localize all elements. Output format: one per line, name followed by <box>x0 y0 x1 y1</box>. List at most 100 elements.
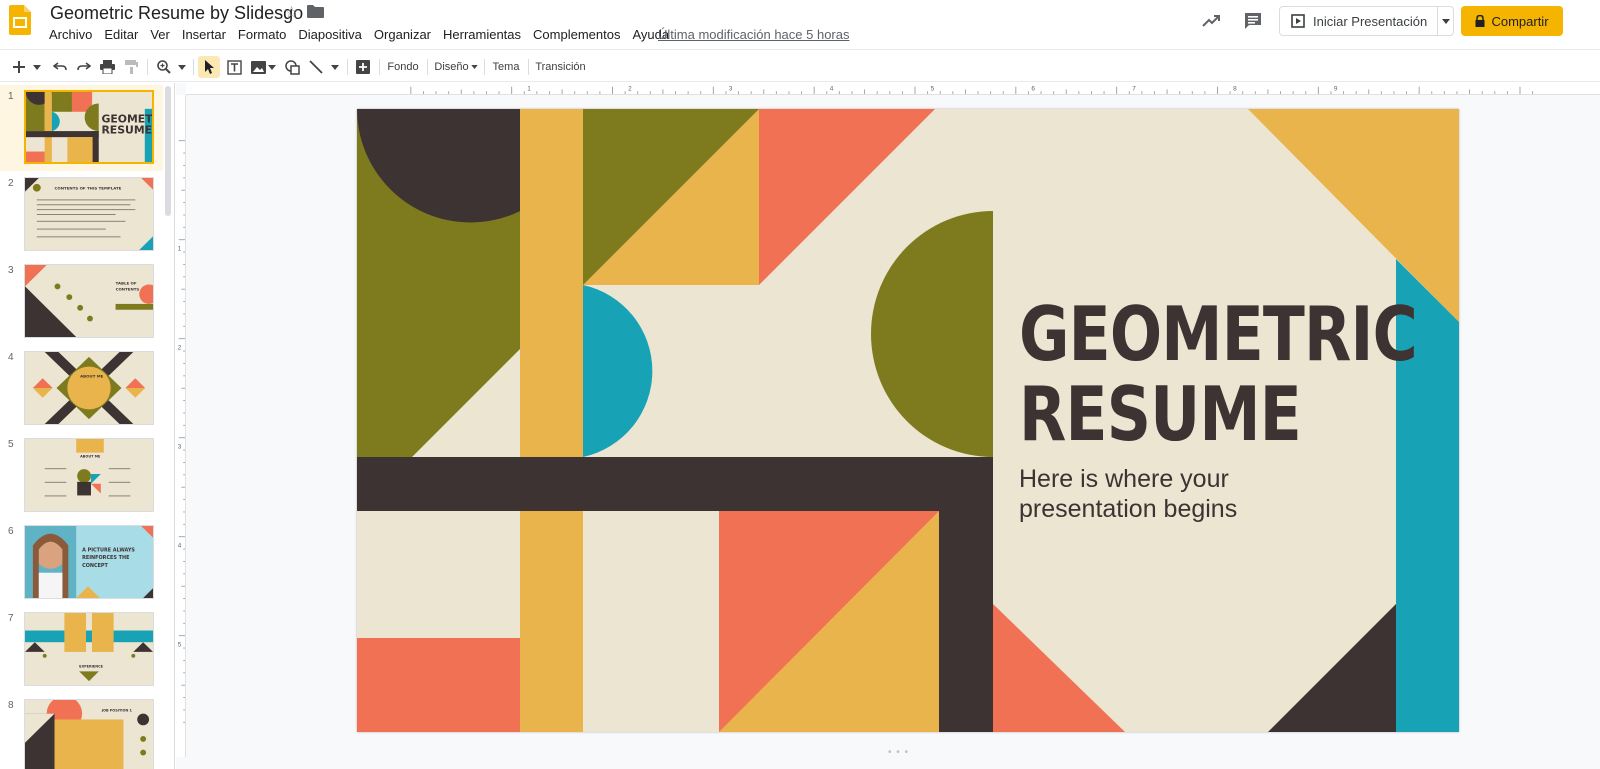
last-edit-link[interactable]: Última modificación hace 5 horas <box>658 26 849 44</box>
thumb-title: REINFORCES THE <box>82 555 129 561</box>
toolbar-divider <box>347 59 348 75</box>
thumb-title: RESUME <box>101 124 152 137</box>
slide-thumbnail-2[interactable]: 2 CONTENTS OF THIS TEMPLATE <box>0 172 163 258</box>
thumb-title: CONTENTS OF THIS TEMPLATE <box>55 186 122 191</box>
slide-thumbnail-image: EXPERIENCE <box>24 612 154 686</box>
slide-thumbnail-7[interactable]: 7 EXPERIENCE <box>0 607 163 693</box>
header: Geometric Resume by Slidesgo ☆ Archivo E… <box>0 0 1600 48</box>
ruler-label: 2 <box>178 345 182 352</box>
ruler-label: 8 <box>1233 85 1237 92</box>
ruler-label: 3 <box>178 444 182 451</box>
thumb-title: ABOUT ME <box>80 373 104 378</box>
layout-button[interactable]: Diseño <box>432 56 480 78</box>
activity-trend-icon[interactable] <box>1200 10 1222 32</box>
vertical-ruler[interactable]: 1 2 3 4 5 <box>176 95 186 757</box>
menu-archivo[interactable]: Archivo <box>43 26 98 44</box>
slide-thumbnail-image: A PICTURE ALWAYS REINFORCES THE CONCEPT <box>24 525 154 599</box>
zoom-dropdown-icon[interactable] <box>176 56 188 78</box>
horizontal-ruler[interactable]: 1 2 3 4 5 6 7 8 9 <box>186 83 1600 95</box>
thumb-title: ABOUT ME <box>80 455 101 459</box>
slide-thumbnail-image: ABOUT ME <box>24 438 154 512</box>
shape-icon[interactable] <box>282 56 302 78</box>
ruler-label: 1 <box>527 85 531 92</box>
add-comment-icon[interactable] <box>353 56 373 78</box>
theme-button[interactable]: Tema <box>489 56 523 78</box>
menu-formato[interactable]: Formato <box>232 26 292 44</box>
menu-diapositiva[interactable]: Diapositiva <box>292 26 368 44</box>
present-button[interactable]: Iniciar Presentación <box>1280 7 1437 35</box>
menu-editar[interactable]: Editar <box>98 26 144 44</box>
menu-herramientas[interactable]: Herramientas <box>437 26 527 44</box>
menu-organizar[interactable]: Organizar <box>368 26 437 44</box>
select-cursor-icon[interactable] <box>198 56 220 78</box>
menu-insertar[interactable]: Insertar <box>176 26 232 44</box>
undo-icon[interactable] <box>50 56 70 78</box>
thumb-title: EXPERIENCE <box>79 665 103 669</box>
slide-thumbnail-8[interactable]: 8 JOB POSITION 1 <box>0 694 163 769</box>
slide-thumbnail-1[interactable]: 1 GEOMETRIC RESUME <box>0 85 163 171</box>
slide-thumbnail-3[interactable]: 3 TABLE OF CONTENTS <box>0 259 163 345</box>
print-icon[interactable] <box>97 56 117 78</box>
slides-logo-icon[interactable] <box>9 5 31 35</box>
slide-thumbnail-image: CONTENTS OF THIS TEMPLATE <box>24 177 154 251</box>
slide-number: 6 <box>8 526 14 537</box>
current-slide[interactable]: GEOMETRIC RESUME Here is where your pres… <box>357 109 1459 732</box>
image-icon[interactable] <box>248 56 268 78</box>
thumb-title: CONTENTS <box>116 286 140 291</box>
menu-ver[interactable]: Ver <box>144 26 176 44</box>
line-icon[interactable] <box>306 56 326 78</box>
thumb-title: GEOMETRIC <box>101 112 152 125</box>
toolbar: Fondo Diseño Tema Transición <box>0 49 1600 82</box>
ruler-label: 5 <box>931 85 935 92</box>
slide-number: 1 <box>8 91 14 102</box>
slide-thumbnail-5[interactable]: 5 ABOUT ME <box>0 433 163 519</box>
ruler-label: 1 <box>178 246 182 253</box>
menu-complementos[interactable]: Complementos <box>527 26 626 44</box>
slide-title-line-1: GEOMETRIC <box>1019 290 1418 378</box>
slide-thumbnail-image: GEOMETRIC RESUME <box>24 90 154 164</box>
toolbar-divider <box>528 59 529 75</box>
folder-icon[interactable] <box>307 5 324 18</box>
slide-subtitle[interactable]: Here is where your presentation begins <box>1019 464 1359 524</box>
paint-format-icon[interactable] <box>121 56 141 78</box>
slide-thumbnail-4[interactable]: 4 ABOUT ME <box>0 346 163 432</box>
slide-title-line-2: RESUME <box>1019 370 1302 458</box>
new-slide-icon[interactable] <box>10 56 28 78</box>
ruler-label: 4 <box>178 543 182 550</box>
thumb-title: CONCEPT <box>82 563 108 569</box>
line-dropdown-icon[interactable] <box>329 56 341 78</box>
share-button[interactable]: Compartir <box>1461 6 1563 36</box>
filmstrip-scrollbar[interactable] <box>165 86 171 216</box>
slide-number: 8 <box>8 700 14 711</box>
slide-thumbnail-6[interactable]: 6 A PICTURE ALWAYS REINFORCES THE CONCEP… <box>0 520 163 606</box>
comments-icon[interactable] <box>1242 10 1264 32</box>
toolbar-divider <box>379 59 380 75</box>
present-label: Iniciar Presentación <box>1313 13 1428 29</box>
ruler-label: 3 <box>729 85 733 92</box>
slide-title[interactable]: GEOMETRIC RESUME <box>1019 290 1418 458</box>
zoom-icon[interactable] <box>154 56 174 78</box>
share-label: Compartir <box>1491 13 1549 29</box>
background-button[interactable]: Fondo <box>384 56 422 78</box>
slide-number: 3 <box>8 265 14 276</box>
new-slide-dropdown-icon[interactable] <box>30 56 44 78</box>
transition-button[interactable]: Transición <box>533 56 588 78</box>
slide-number: 7 <box>8 613 14 624</box>
document-title[interactable]: Geometric Resume by Slidesgo <box>50 2 303 24</box>
chevron-down-icon <box>1442 18 1450 24</box>
present-dropdown[interactable] <box>1437 7 1454 35</box>
star-icon[interactable]: ☆ <box>284 2 299 24</box>
text-box-icon[interactable] <box>224 56 244 78</box>
ruler-label: 9 <box>1334 85 1338 92</box>
speaker-notes-resize-handle[interactable]: • • • <box>888 747 909 758</box>
slide-number: 5 <box>8 439 14 450</box>
toolbar-divider <box>193 59 194 75</box>
present-button-group: Iniciar Presentación <box>1279 6 1454 36</box>
slide-number: 4 <box>8 352 14 363</box>
slide-thumbnail-image: ABOUT ME <box>24 351 154 425</box>
present-icon <box>1291 14 1305 28</box>
redo-icon[interactable] <box>74 56 94 78</box>
image-dropdown-icon[interactable] <box>266 56 278 78</box>
lock-icon <box>1475 15 1485 27</box>
toolbar-divider <box>484 59 485 75</box>
